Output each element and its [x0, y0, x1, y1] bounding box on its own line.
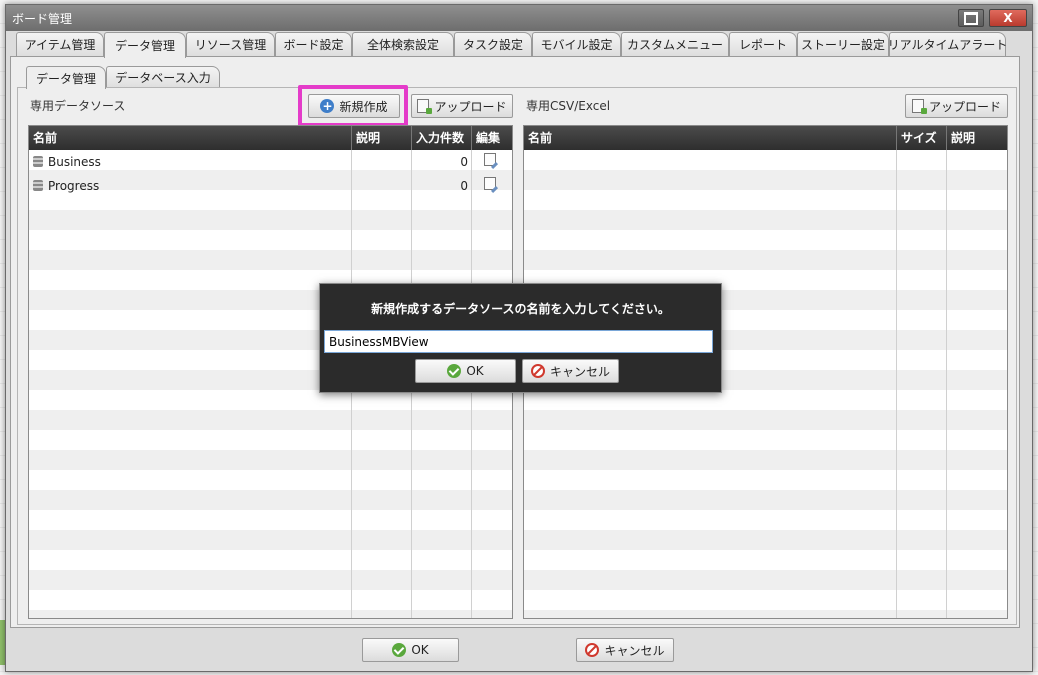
- footer-ok-button[interactable]: OK: [362, 638, 459, 662]
- right-upload-label: アップロード: [928, 99, 1001, 114]
- dialog-ok-button[interactable]: OK: [415, 359, 516, 383]
- row-name: Progress: [48, 179, 100, 193]
- check-circle-icon: [447, 364, 462, 378]
- upload-icon: [911, 99, 927, 114]
- left-upload-button[interactable]: アップロード: [411, 94, 513, 118]
- dialog-cancel-button[interactable]: キャンセル: [522, 359, 619, 383]
- close-button[interactable]: X: [989, 9, 1027, 27]
- right-upload-button[interactable]: アップロード: [905, 94, 1008, 118]
- dialog-message: 新規作成するデータソースの名前を入力してください。: [371, 302, 670, 316]
- edit-icon[interactable]: [484, 177, 496, 190]
- tab-task-settings[interactable]: タスク設定: [454, 32, 532, 56]
- tab-mobile-settings[interactable]: モバイル設定: [532, 32, 621, 56]
- row-name: Business: [48, 155, 101, 169]
- main-tab-bar: アイテム管理 データ管理 リソース管理 ボード設定 全体検索設定 タスク設定 モ…: [10, 32, 1010, 58]
- plus-circle-icon: +: [320, 99, 335, 113]
- subtab-data-management[interactable]: データ管理: [26, 66, 106, 89]
- row-edit-cell: [484, 174, 504, 198]
- row-edit-cell: [484, 150, 504, 174]
- col-name[interactable]: 名前: [29, 126, 352, 150]
- datasource-name-input[interactable]: [324, 330, 713, 353]
- col-edit[interactable]: 編集: [472, 126, 512, 150]
- database-icon: [33, 180, 43, 191]
- check-circle-icon: [392, 643, 407, 657]
- tab-resource-management[interactable]: リソース管理: [186, 32, 275, 56]
- tab-board-settings[interactable]: ボード設定: [275, 32, 352, 56]
- tab-data-management[interactable]: データ管理: [104, 32, 186, 58]
- row-count: 0: [460, 179, 468, 193]
- dedicated-datasource-label: 専用データソース: [30, 99, 126, 113]
- sub-tab-bar: データ管理 データベース入力: [20, 66, 420, 89]
- table-row[interactable]: Business 0: [29, 150, 512, 174]
- datasource-grid-header: 名前 説明 入力件数 編集: [29, 126, 512, 150]
- titlebar[interactable]: ボード管理 X: [6, 5, 1032, 31]
- tab-story-settings[interactable]: ストーリー設定: [797, 32, 889, 56]
- table-row[interactable]: Progress 0: [29, 174, 512, 198]
- col-divider: [896, 150, 897, 618]
- tab-report[interactable]: レポート: [729, 32, 797, 56]
- dialog-cancel-label: キャンセル: [549, 364, 610, 379]
- dialog-ok-label: OK: [466, 364, 484, 378]
- tab-item-management[interactable]: アイテム管理: [16, 32, 104, 56]
- row-name-cell: Progress: [33, 174, 348, 198]
- cancel-circle-icon: [585, 643, 600, 657]
- csv-grid-header: 名前 サイズ 説明: [524, 126, 1007, 150]
- tab-realtime-alert[interactable]: リアルタイムアラート: [888, 32, 1007, 56]
- upload-icon: [417, 99, 433, 114]
- new-datasource-dialog: 新規作成するデータソースの名前を入力してください。 OK キャンセル: [319, 283, 722, 393]
- tab-custom-menu[interactable]: カスタムメニュー: [621, 32, 729, 56]
- window-title: ボード管理: [12, 12, 73, 26]
- col-input-count[interactable]: 入力件数: [412, 126, 472, 150]
- footer-cancel-label: キャンセル: [604, 643, 665, 658]
- col-description[interactable]: 説明: [352, 126, 412, 150]
- edit-icon[interactable]: [484, 153, 496, 166]
- footer-cancel-button[interactable]: キャンセル: [576, 638, 674, 662]
- left-upload-label: アップロード: [434, 99, 507, 114]
- col-description[interactable]: 説明: [947, 126, 1007, 150]
- row-count: 0: [460, 155, 468, 169]
- col-divider: [946, 150, 947, 618]
- close-icon: X: [1003, 11, 1013, 25]
- new-create-button[interactable]: + 新規作成: [308, 94, 400, 118]
- col-name[interactable]: 名前: [524, 126, 897, 150]
- new-create-label: 新規作成: [339, 99, 388, 114]
- database-icon: [33, 156, 43, 167]
- subtab-database-input[interactable]: データベース入力: [106, 66, 220, 88]
- row-name-cell: Business: [33, 150, 348, 174]
- maximize-button[interactable]: [958, 9, 984, 27]
- col-size[interactable]: サイズ: [897, 126, 947, 150]
- footer-ok-label: OK: [411, 643, 429, 657]
- dedicated-csv-excel-label: 専用CSV/Excel: [526, 99, 611, 113]
- cancel-circle-icon: [530, 364, 545, 378]
- tab-global-search-settings[interactable]: 全体検索設定: [352, 32, 454, 56]
